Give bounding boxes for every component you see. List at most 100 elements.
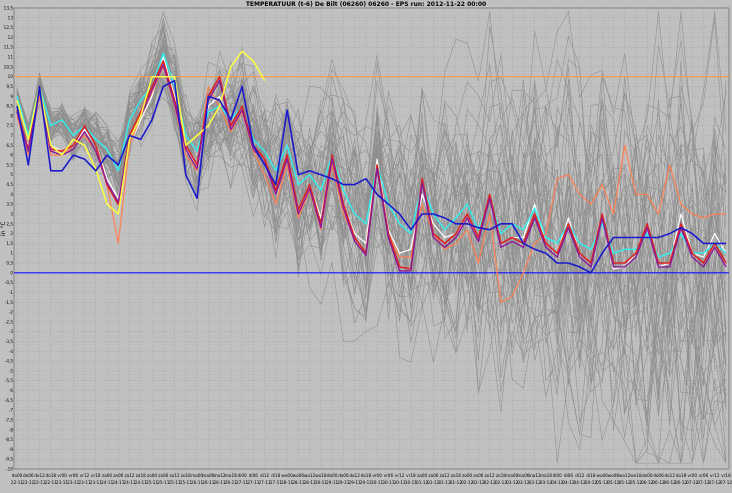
y-tick-label: 6 — [10, 153, 13, 158]
y-tick-label: -8,5 — [5, 437, 14, 442]
y-tick-label: 12,5 — [4, 25, 14, 30]
x-tick-day-label: zo18 — [181, 473, 191, 478]
x-tick-day-label: do00 — [12, 473, 23, 478]
y-tick-label: 13,5 — [4, 6, 14, 11]
x-tick-day-label: zo00 — [147, 473, 157, 478]
y-tick-label: 3,5 — [6, 202, 13, 207]
x-tick-labels: do0022-11do0622-11do1222-11do1822-11vr00… — [11, 473, 732, 485]
x-tick-day-label: za00 — [417, 473, 427, 478]
y-tick-label: 4,5 — [6, 182, 13, 187]
x-tick-day-label: vr00 — [687, 473, 697, 478]
y-tick-label: -8 — [9, 427, 14, 432]
y-tick-label: 9,5 — [6, 84, 13, 89]
y-tick-label: 7 — [10, 133, 13, 138]
y-tick-labels: -10-9,5-9-8,5-8-7,5-7-6,5-6-5,5-5-4,5-4-… — [4, 6, 14, 472]
y-tick-label: -9 — [9, 447, 14, 452]
y-tick-label: -6,5 — [5, 398, 14, 403]
x-tick-day-label: zo00 — [462, 473, 472, 478]
y-tick-label: -2,5 — [5, 319, 14, 324]
x-tick-day-label: di18 — [586, 473, 595, 478]
x-tick-day-label: zo18 — [496, 473, 506, 478]
x-tick-day-label: vr06 — [69, 473, 79, 478]
x-tick-day-label: vr00 — [372, 473, 382, 478]
y-tick-label: 13 — [8, 15, 14, 20]
y-tick-label: 12 — [8, 35, 14, 40]
x-tick-day-label: za06 — [113, 473, 123, 478]
x-tick-day-label: ma18 — [540, 473, 552, 478]
x-tick-day-label: do00 — [642, 473, 653, 478]
y-tick-label: -7,5 — [5, 417, 14, 422]
x-tick-day-label: ma18 — [225, 473, 237, 478]
x-tick-day-label: wo00 — [597, 473, 609, 478]
y-tick-label: -0,5 — [5, 280, 14, 285]
x-tick-day-label: di18 — [271, 473, 280, 478]
y-tick-label: -2 — [9, 310, 14, 315]
x-tick-day-label: vr12 — [395, 473, 405, 478]
x-tick-day-label: do12 — [664, 473, 675, 478]
y-tick-label: 11,5 — [4, 45, 14, 50]
x-tick-day-label: di06 — [249, 473, 258, 478]
y-tick-label: 0,5 — [6, 261, 13, 266]
x-tick-day-label: za12 — [124, 473, 134, 478]
x-tick-day-label: wo12 — [619, 473, 631, 478]
x-tick-day-label: wo00 — [281, 473, 293, 478]
x-tick-day-label: di06 — [564, 473, 573, 478]
y-tick-label: 1,5 — [6, 241, 13, 246]
y-tick-label: -9,5 — [5, 457, 14, 462]
y-tick-label: 11 — [8, 55, 14, 60]
y-tick-label: 7,5 — [6, 123, 13, 128]
y-tick-label: -5,5 — [5, 378, 14, 383]
y-tick-label: -1,5 — [5, 300, 14, 305]
x-tick-day-label: vr12 — [80, 473, 90, 478]
y-tick-label: -1 — [9, 290, 14, 295]
y-tick-label: 5 — [10, 172, 13, 177]
y-tick-label: 8 — [10, 113, 13, 118]
x-tick-day-label: di00 — [553, 473, 562, 478]
y-tick-label: -4,5 — [5, 359, 14, 364]
x-tick-date-label: 07-12 — [720, 480, 732, 485]
x-tick-day-label: zo12 — [170, 473, 180, 478]
x-tick-day-label: do18 — [361, 473, 372, 478]
y-tick-label: 0 — [10, 270, 13, 275]
x-tick-day-label: do12 — [34, 473, 45, 478]
y-tick-label: 10 — [8, 74, 14, 79]
x-tick-day-label: di00 — [238, 473, 247, 478]
y-tick-label: 8,5 — [6, 104, 13, 109]
y-tick-label: 2,5 — [6, 221, 13, 226]
y-tick-label: -10 — [6, 467, 13, 472]
y-tick-label: 9 — [10, 94, 13, 99]
y-tick-label: -3,5 — [5, 339, 14, 344]
x-tick-day-label: vr00 — [57, 473, 67, 478]
x-tick-day-label: vr18 — [91, 473, 101, 478]
x-tick-day-label: za00 — [102, 473, 112, 478]
y-tick-label: -3 — [9, 329, 14, 334]
x-tick-day-label: wo12 — [304, 473, 316, 478]
y-tick-label: -5 — [9, 368, 14, 373]
x-tick-day-label: za18 — [451, 473, 461, 478]
x-tick-day-label: wo06 — [293, 473, 305, 478]
x-tick-day-label: wo18 — [630, 473, 642, 478]
y-tick-label: 3 — [10, 211, 13, 216]
chart-svg: -10-9,5-9-8,5-8-7,5-7-6,5-6-5,5-5-4,5-4-… — [4, 6, 732, 486]
x-tick-day-label: za18 — [136, 473, 146, 478]
x-tick-day-label: di12 — [575, 473, 584, 478]
x-tick-day-label: do00 — [327, 473, 338, 478]
x-tick-day-label: zo12 — [485, 473, 495, 478]
x-tick-day-label: za12 — [440, 473, 450, 478]
y-tick-label: 6,5 — [6, 143, 13, 148]
x-tick-day-label: wo18 — [315, 473, 327, 478]
x-tick-day-label: vr12 — [710, 473, 720, 478]
x-tick-day-label: zo06 — [473, 473, 483, 478]
chart-window: TEMPERATUUR (t-6) De Bilt (06260) 06260 … — [0, 0, 732, 493]
y-tick-label: -7 — [9, 408, 14, 413]
y-tick-label: -6 — [9, 388, 14, 393]
x-tick-day-label: do06 — [23, 473, 34, 478]
y-tick-label: 5,5 — [6, 162, 13, 167]
x-tick-day-label: zo06 — [158, 473, 168, 478]
y-tick-label: 1 — [10, 251, 13, 256]
x-tick-day-label: za06 — [428, 473, 438, 478]
x-tick-day-label: vr18 — [721, 473, 731, 478]
x-tick-day-label: di12 — [260, 473, 269, 478]
x-tick-day-label: vr06 — [384, 473, 394, 478]
x-tick-day-label: wo06 — [608, 473, 620, 478]
